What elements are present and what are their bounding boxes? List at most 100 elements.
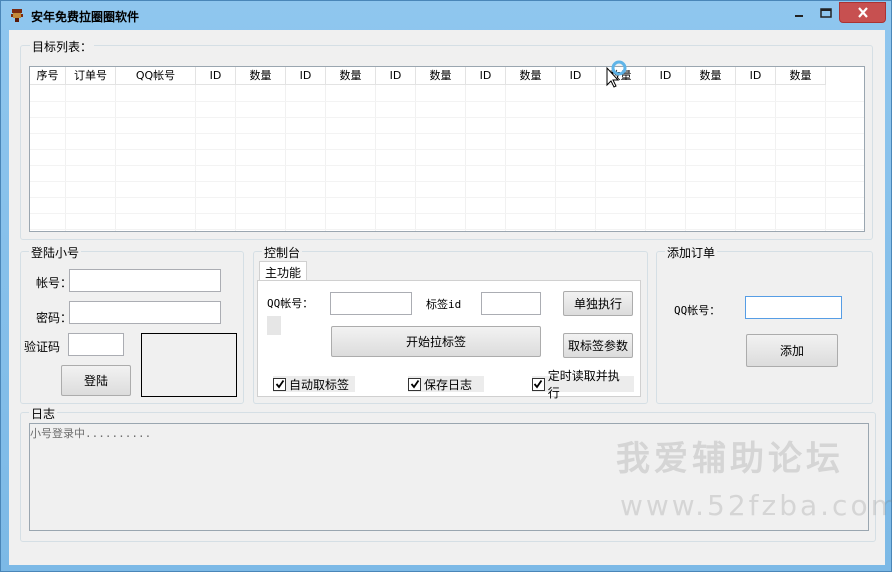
grid-column-line — [65, 85, 66, 231]
column-header[interactable]: 数量 — [416, 67, 466, 85]
grid-column-line — [415, 85, 416, 231]
console-group-label: 控制台 — [262, 244, 303, 261]
console-placeholder-chip — [267, 316, 281, 335]
maximize-button[interactable] — [812, 2, 839, 23]
grid-row-line — [30, 101, 864, 102]
column-header[interactable]: ID — [466, 67, 506, 85]
grid-body[interactable] — [30, 85, 864, 231]
watermark-title: 我爱辅助论坛 — [616, 439, 844, 479]
column-header[interactable]: 序号 — [30, 67, 66, 85]
grid-column-line — [555, 85, 556, 231]
grid-column-line — [465, 85, 466, 231]
busy-cursor-icon — [606, 60, 627, 88]
column-header[interactable]: 数量 — [506, 67, 556, 85]
minimize-icon — [795, 14, 803, 17]
target-list-grid[interactable]: 序号 订单号 QQ帐号 ID 数量 ID 数量 ID 数量 ID 数量 ID 数量 ID 数量 ID 数量 — [29, 66, 865, 232]
checkbox-box[interactable] — [532, 377, 545, 391]
grid-column-line — [235, 85, 236, 231]
checkbox-label: 保存日志 — [424, 377, 473, 392]
add-order-qq-label: QQ帐号： — [674, 304, 721, 317]
column-header[interactable]: ID — [376, 67, 416, 85]
captcha-input[interactable] — [68, 333, 124, 356]
tab-panel-main: QQ帐号： 标签id 单独执行 开始拉标签 取标签参数 自动取标签 保存日志 定… — [257, 280, 641, 400]
grid-row-line — [30, 181, 864, 182]
add-order-group: 添加订单 QQ帐号： 添加 — [656, 244, 873, 404]
column-header[interactable]: 数量 — [776, 67, 826, 85]
single-exec-button[interactable]: 单独执行 — [563, 291, 633, 316]
grid-row-line — [30, 149, 864, 150]
save-log-checkbox[interactable]: 保存日志 — [408, 376, 484, 392]
close-button[interactable] — [839, 2, 886, 23]
checkbox-box[interactable] — [273, 377, 286, 391]
target-list-group: 目标列表： 序号 订单号 QQ帐号 ID 数量 ID 数量 ID 数量 ID 数量 ID 数量 ID 数量 I… — [20, 38, 873, 240]
grid-column-line — [195, 85, 196, 231]
log-line: 小号登录中.......... — [30, 427, 152, 440]
console-group: 控制台 主功能 QQ帐号： 标签id 单独执行 开始拉标签 取标签参数 自动取标… — [253, 244, 648, 404]
grid-row-line — [30, 197, 864, 198]
log-group-label: 日志 — [29, 405, 58, 422]
checkmark-icon — [534, 379, 543, 389]
grid-column-line — [645, 85, 646, 231]
grid-row-line — [30, 117, 864, 118]
app-icon — [11, 9, 23, 22]
tab-main[interactable]: 主功能 — [259, 261, 308, 281]
grid-column-line — [825, 85, 826, 231]
add-order-label: 添加订单 — [665, 244, 718, 261]
password-label: 密码： — [36, 311, 73, 325]
column-header[interactable]: 数量 — [686, 67, 736, 85]
checkmark-icon — [275, 379, 284, 389]
app-window: 安年免费拉圈圈软件 目标列表： 序号 订单号 QQ帐号 ID 数量 ID 数量 ID 数量 ID 数… — [0, 0, 892, 572]
grid-column-line — [685, 85, 686, 231]
minimize-button[interactable] — [786, 2, 812, 23]
grid-column-line — [775, 85, 776, 231]
timed-exec-checkbox[interactable]: 定时读取并执行 — [532, 369, 634, 400]
grid-column-line — [285, 85, 286, 231]
title-bar[interactable]: 安年免费拉圈圈软件 — [1, 1, 891, 29]
close-icon — [857, 7, 868, 18]
auto-fetch-checkbox[interactable]: 自动取标签 — [273, 376, 355, 392]
login-button[interactable]: 登陆 — [61, 365, 131, 396]
console-qq-label: QQ帐号： — [267, 297, 314, 310]
grid-header: 序号 订单号 QQ帐号 ID 数量 ID 数量 ID 数量 ID 数量 ID 数量 ID 数量 ID 数量 — [30, 67, 826, 85]
column-header[interactable]: ID — [646, 67, 686, 85]
checkbox-label: 定时读取并执行 — [547, 369, 620, 400]
column-header[interactable]: 订单号 — [66, 67, 116, 85]
grid-row-line — [30, 213, 864, 214]
grid-column-line — [115, 85, 116, 231]
captcha-image[interactable] — [141, 333, 237, 397]
column-header[interactable]: 数量 — [326, 67, 376, 85]
grid-row-line — [30, 229, 864, 230]
column-header[interactable]: 数量 — [236, 67, 286, 85]
login-group: 登陆小号 帐号： 密码： 验证码 登陆 — [20, 244, 244, 404]
grid-row-line — [30, 165, 864, 166]
grid-row-line — [30, 133, 864, 134]
password-input[interactable] — [69, 301, 221, 324]
grid-column-line — [505, 85, 506, 231]
grid-column-line — [375, 85, 376, 231]
checkbox-box[interactable] — [408, 377, 421, 391]
account-input[interactable] — [69, 269, 221, 292]
column-header[interactable]: ID — [196, 67, 236, 85]
grid-column-line — [595, 85, 596, 231]
column-header[interactable]: QQ帐号 — [116, 67, 196, 85]
start-tagging-button[interactable]: 开始拉标签 — [331, 326, 541, 357]
checkmark-icon — [410, 379, 419, 389]
column-header[interactable]: ID — [286, 67, 326, 85]
captcha-label: 验证码 — [24, 340, 61, 354]
fetch-tag-params-button[interactable]: 取标签参数 — [563, 333, 633, 358]
watermark-url: www.52fzba.com — [620, 489, 892, 522]
column-header[interactable]: ID — [556, 67, 596, 85]
checkbox-label: 自动取标签 — [289, 377, 350, 392]
target-list-label: 目标列表： — [30, 38, 95, 55]
tag-id-input[interactable] — [481, 292, 541, 315]
add-order-button[interactable]: 添加 — [746, 334, 838, 367]
grid-column-line — [325, 85, 326, 231]
client-area: 目标列表： 序号 订单号 QQ帐号 ID 数量 ID 数量 ID 数量 ID 数量 ID 数量 ID 数量 I… — [9, 30, 885, 565]
column-header[interactable]: ID — [736, 67, 776, 85]
grid-column-line — [735, 85, 736, 231]
tag-id-label: 标签id — [426, 298, 462, 311]
login-group-label: 登陆小号 — [29, 244, 82, 261]
add-order-qq-input[interactable] — [745, 296, 842, 319]
console-qq-input[interactable] — [330, 292, 412, 315]
account-label: 帐号： — [36, 276, 73, 290]
